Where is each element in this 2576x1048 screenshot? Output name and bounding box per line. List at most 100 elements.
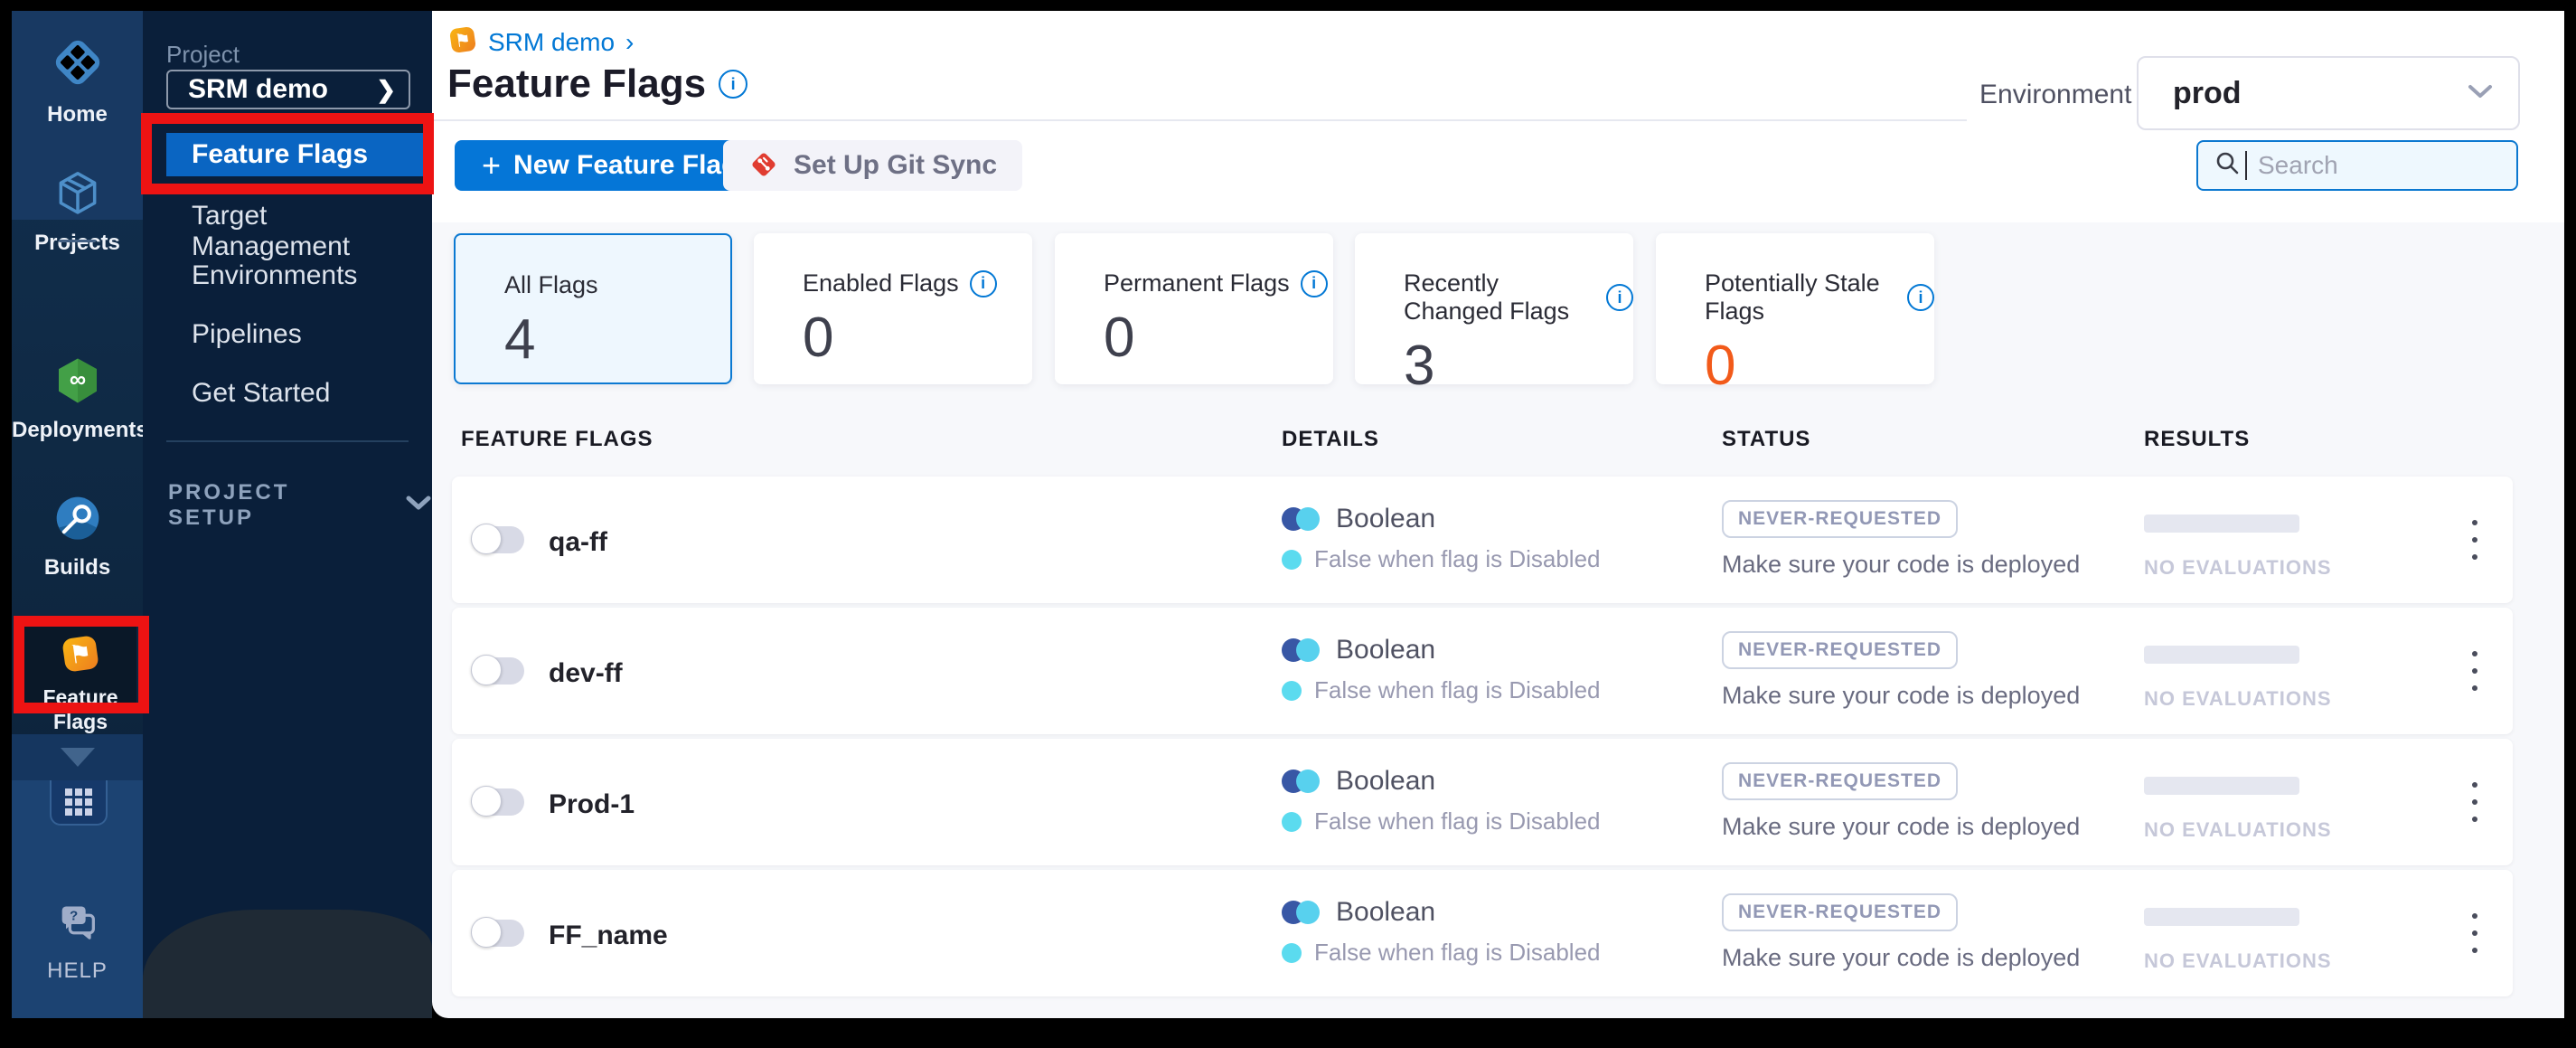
- variation-dot-icon: [1282, 549, 1302, 570]
- rail-item-projects[interactable]: Projects: [12, 168, 143, 256]
- results-text: NO EVALUATIONS: [2144, 687, 2332, 710]
- search-box[interactable]: [2196, 140, 2518, 191]
- card-label: Potentially Stale Flags: [1705, 269, 1880, 325]
- breadcrumb[interactable]: ⚑ SRM demo ›: [448, 25, 634, 59]
- breadcrumb-project[interactable]: SRM demo: [488, 28, 615, 57]
- module-rail: Home Projects ∞ Deployments Builds ⚑ Fea…: [12, 11, 148, 1018]
- row-menu-button[interactable]: [2457, 649, 2493, 693]
- flag-toggle[interactable]: [471, 655, 524, 685]
- toggle-knob: [471, 917, 502, 948]
- flag-details: Boolean False when flag is Disabled: [1282, 766, 1601, 836]
- variation-dot-icon: [1282, 942, 1302, 963]
- boolean-type-icon: [1282, 506, 1323, 532]
- card-label: All Flags: [504, 271, 598, 298]
- new-feature-flag-label: New Feature Flag: [513, 150, 738, 180]
- info-icon[interactable]: [1907, 284, 1934, 311]
- sidebar-item-target-management[interactable]: Target Management: [192, 201, 432, 262]
- environment-value: prod: [2173, 75, 2242, 110]
- flag-row[interactable]: Prod-1 Boolean False when flag is Disabl…: [452, 739, 2513, 865]
- setup-git-sync-button[interactable]: Set Up Git Sync: [723, 140, 1023, 191]
- app-launcher-button[interactable]: [50, 780, 108, 826]
- search-input[interactable]: [2256, 150, 2477, 181]
- info-icon[interactable]: [969, 269, 997, 297]
- card-value: 4: [504, 308, 536, 371]
- column-header-status: STATUS: [1722, 427, 1811, 451]
- flag-toggle[interactable]: [471, 524, 524, 554]
- info-icon[interactable]: [719, 70, 748, 99]
- card-permanent-flags[interactable]: Permanent Flags 0: [1055, 233, 1333, 384]
- svg-text:⚑: ⚑: [454, 30, 473, 52]
- row-menu-button[interactable]: [2457, 780, 2493, 824]
- project-label: Project: [166, 41, 240, 68]
- rail-item-label: Deployments: [12, 418, 148, 442]
- card-value: 0: [1104, 307, 1135, 369]
- flag-results: NO EVALUATIONS: [2144, 777, 2332, 842]
- header-divider: [432, 119, 1967, 121]
- card-recently-changed-flags[interactable]: Recently Changed Flags 3: [1355, 233, 1633, 394]
- main-content: ⚑ SRM demo › Feature Flags Environment p…: [432, 11, 2564, 1018]
- results-text: NO EVALUATIONS: [2144, 949, 2332, 972]
- page-title-row: Feature Flags: [447, 61, 748, 107]
- card-label: Enabled Flags: [803, 269, 959, 297]
- status-badge: NEVER-REQUESTED: [1722, 762, 1959, 800]
- toggle-knob: [471, 786, 502, 817]
- rail-item-deployments[interactable]: ∞ Deployments: [12, 355, 148, 443]
- home-icon: [12, 34, 143, 95]
- flag-details: Boolean False when flag is Disabled: [1282, 504, 1601, 573]
- git-icon: [748, 149, 779, 183]
- deployments-icon: ∞: [12, 355, 143, 411]
- svg-text:⚑: ⚑: [67, 638, 93, 669]
- status-text: Make sure your code is deployed: [1722, 682, 2081, 709]
- boolean-type-icon: [1282, 769, 1323, 794]
- sidebar-item-feature-flags[interactable]: Feature Flags: [166, 133, 432, 176]
- new-feature-flag-button[interactable]: + New Feature Flag: [455, 140, 766, 191]
- projects-icon: [12, 168, 143, 223]
- project-name: SRM demo: [188, 74, 329, 104]
- variation-dot-icon: [1282, 680, 1302, 701]
- card-value: 3: [1404, 335, 1435, 397]
- flag-toggle[interactable]: [471, 786, 524, 817]
- card-all-flags[interactable]: All Flags 4: [454, 233, 732, 384]
- rail-item-builds[interactable]: Builds: [12, 493, 143, 581]
- rail-item-label: Home: [47, 102, 108, 127]
- sidebar-item-environments[interactable]: Environments: [192, 260, 357, 291]
- card-label: Permanent Flags: [1104, 269, 1290, 297]
- flag-row[interactable]: qa-ff Boolean False when flag is Disable…: [452, 477, 2513, 603]
- help-label: HELP: [47, 958, 108, 983]
- flag-status: NEVER-REQUESTED Make sure your code is d…: [1722, 631, 2080, 710]
- flag-row[interactable]: FF_name Boolean False when flag is Disab…: [452, 870, 2513, 996]
- row-menu-button[interactable]: [2457, 911, 2493, 955]
- card-value: 0: [803, 307, 834, 369]
- sidebar-item-pipelines[interactable]: Pipelines: [192, 319, 302, 350]
- flag-toggle[interactable]: [471, 917, 524, 948]
- status-badge: NEVER-REQUESTED: [1722, 893, 1959, 931]
- flag-name[interactable]: dev-ff: [549, 658, 623, 689]
- column-header-feature-flags: FEATURE FLAGS: [461, 427, 653, 451]
- rail-item-label: Builds: [43, 555, 111, 580]
- flag-row[interactable]: dev-ff Boolean False when flag is Disabl…: [452, 608, 2513, 734]
- flag-name[interactable]: qa-ff: [549, 527, 607, 558]
- info-icon[interactable]: [1300, 269, 1328, 297]
- card-enabled-flags[interactable]: Enabled Flags 0: [754, 233, 1032, 384]
- project-selector[interactable]: SRM demo ❯: [166, 70, 410, 109]
- flag-name[interactable]: Prod-1: [549, 789, 635, 820]
- project-setup-section[interactable]: PROJECT SETUP: [168, 480, 432, 531]
- column-header-results: RESULTS: [2144, 427, 2251, 451]
- info-icon[interactable]: [1606, 284, 1633, 311]
- rail-item-feature-flags[interactable]: ⚑ Feature Flags: [24, 627, 136, 733]
- plus-icon: +: [482, 146, 502, 184]
- row-menu-button[interactable]: [2457, 518, 2493, 562]
- chevron-down-icon[interactable]: [61, 748, 95, 767]
- chevron-down-icon: [2468, 83, 2493, 104]
- feature-flags-icon: ⚑: [448, 25, 477, 59]
- flag-name[interactable]: FF_name: [549, 921, 668, 951]
- page-title: Feature Flags: [447, 61, 707, 106]
- sidebar-item-get-started[interactable]: Get Started: [192, 378, 330, 409]
- help-button[interactable]: ? HELP: [12, 902, 143, 984]
- rail-item-home[interactable]: Home: [12, 34, 143, 127]
- environment-select[interactable]: prod: [2137, 56, 2520, 130]
- card-potentially-stale-flags[interactable]: Potentially Stale Flags 0: [1656, 233, 1934, 394]
- svg-text:?: ?: [70, 909, 78, 924]
- project-setup-label: PROJECT SETUP: [168, 480, 290, 530]
- flag-results: NO EVALUATIONS: [2144, 908, 2332, 973]
